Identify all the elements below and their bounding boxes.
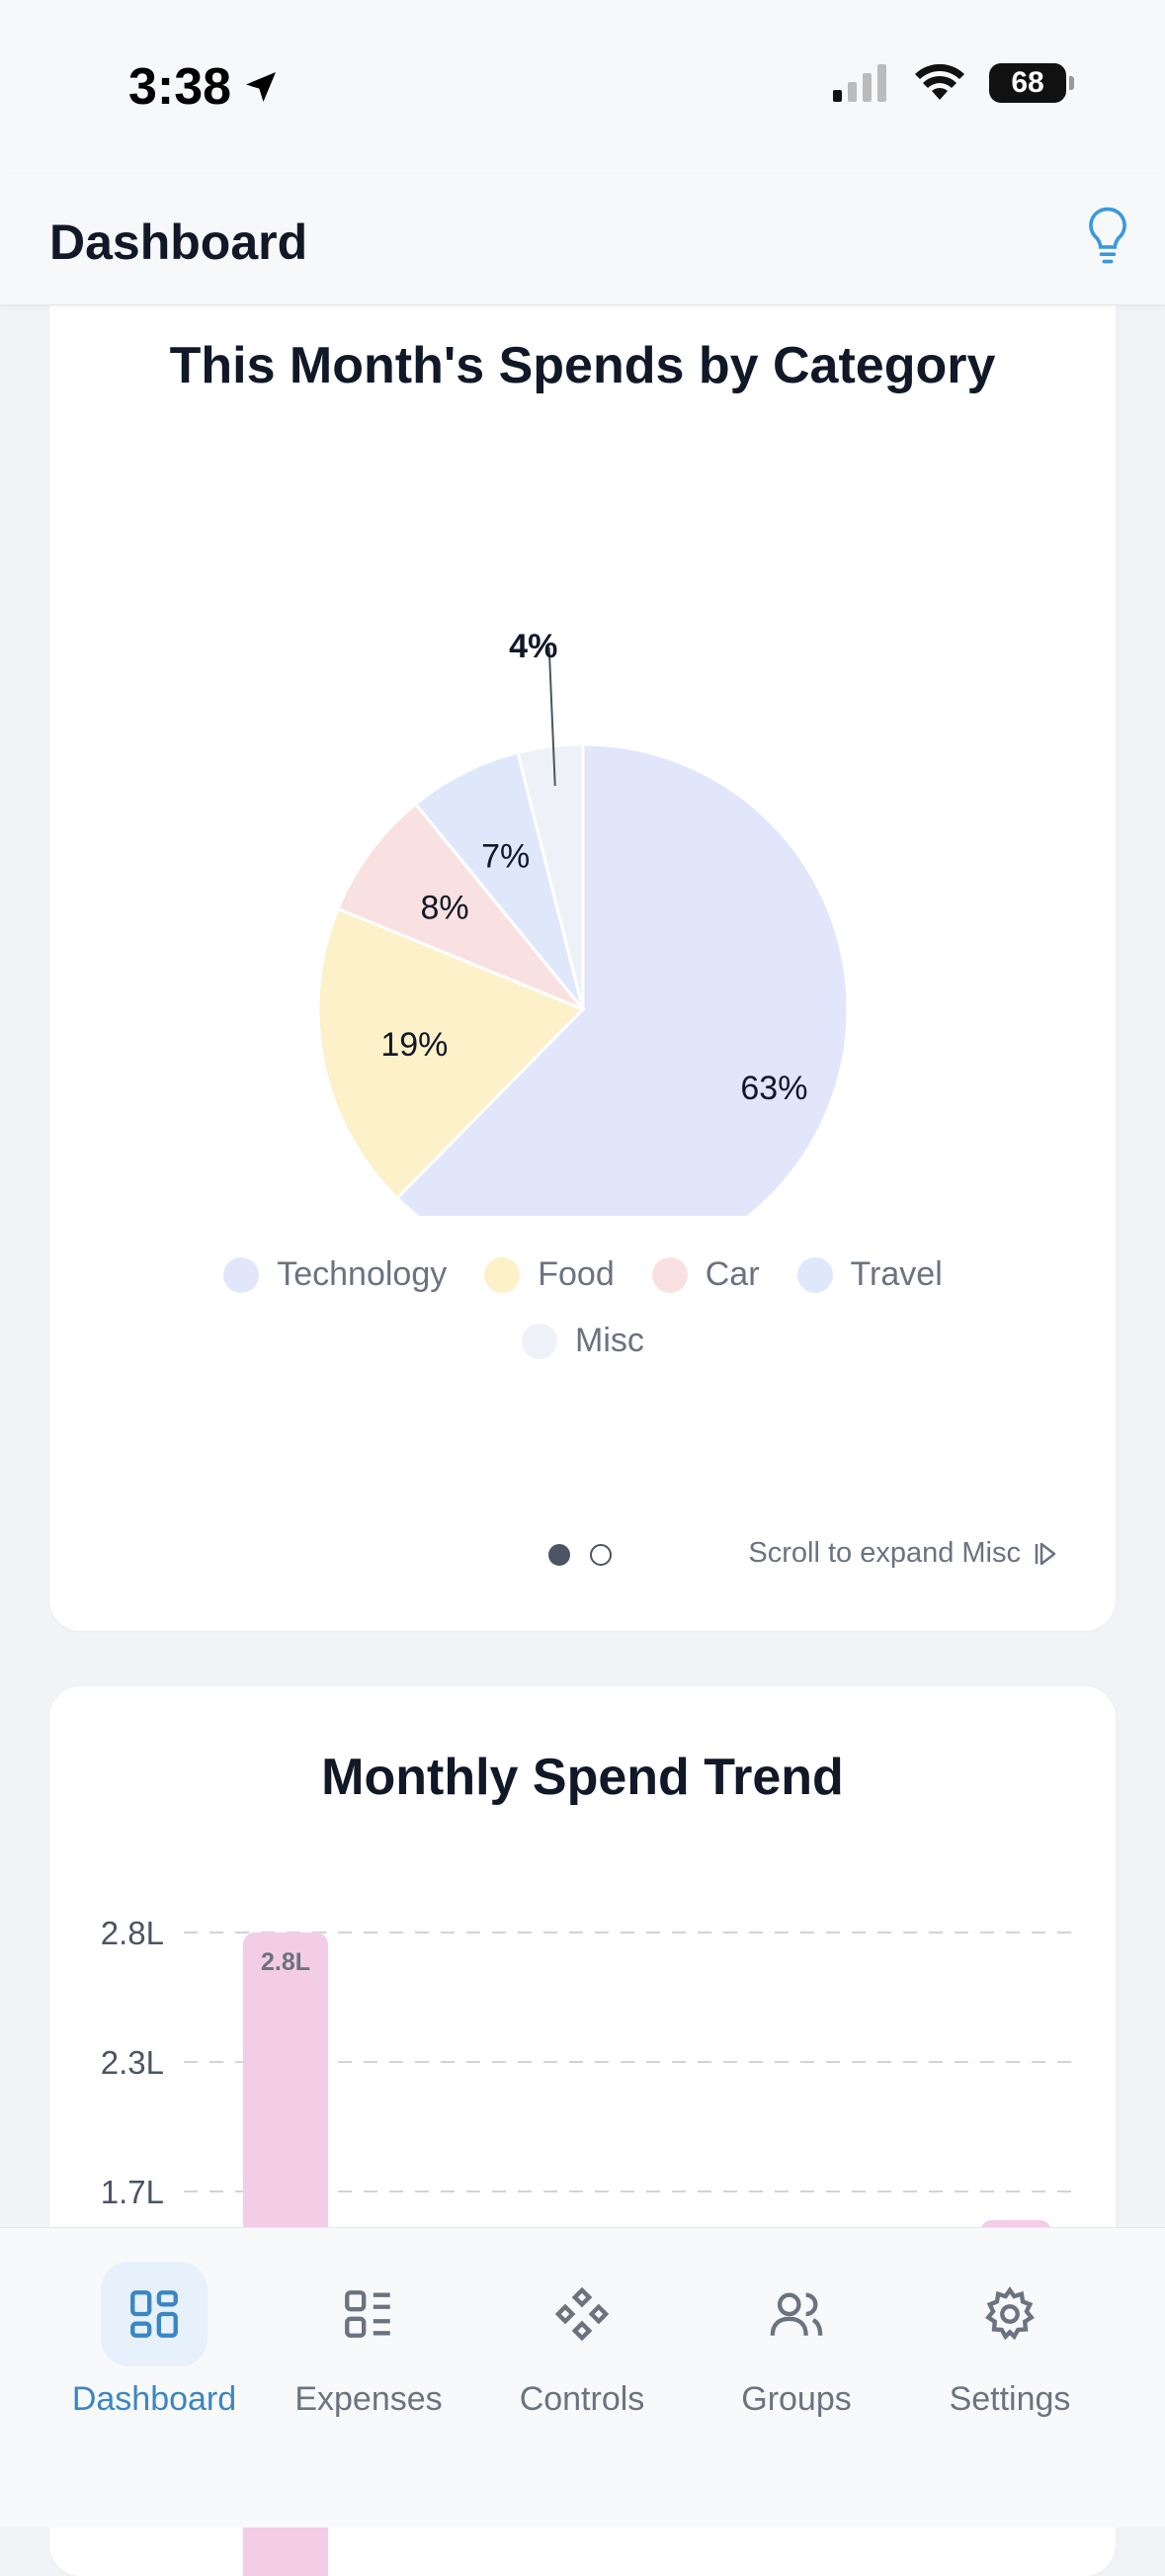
list-icon xyxy=(315,2262,422,2366)
legend-item-technology[interactable]: Technology xyxy=(223,1255,447,1294)
pager-dots[interactable] xyxy=(548,1544,612,1566)
pie-label-travel: 7% xyxy=(481,837,530,875)
lightbulb-icon[interactable] xyxy=(1086,206,1129,267)
tab-label: Controls xyxy=(519,2380,645,2418)
pie-label-misc: 4% xyxy=(509,628,557,665)
pie-chart-title: This Month's Spends by Category xyxy=(169,337,996,394)
y-tick-label: 2.8L xyxy=(101,1915,164,1951)
clock-text: 3:38 xyxy=(128,58,232,116)
legend-item-travel[interactable]: Travel xyxy=(796,1255,943,1294)
tab-settings[interactable]: Settings xyxy=(911,2262,1109,2419)
pie-label-car: 8% xyxy=(420,889,468,926)
bar-data-label: 2.8L xyxy=(261,1948,310,1976)
gear-icon xyxy=(957,2262,1063,2366)
legend-swatch xyxy=(651,1256,688,1293)
y-tick-label: 1.7L xyxy=(101,2174,164,2210)
pager-dot-1[interactable] xyxy=(548,1544,570,1566)
legend-item-misc[interactable]: Misc xyxy=(522,1322,644,1360)
y-tick-label: 2.3L xyxy=(101,2044,164,2081)
legend-label: Travel xyxy=(850,1255,943,1293)
pie-chart[interactable]: 63% 19% 8% 7% 4% xyxy=(49,425,1116,1216)
bottom-tab-bar: Dashboard Expenses Controls Groups Settings xyxy=(0,2227,1165,2528)
legend-swatch xyxy=(223,1256,260,1293)
legend-swatch xyxy=(522,1323,558,1359)
legend-item-food[interactable]: Food xyxy=(484,1255,615,1294)
tab-dashboard[interactable]: Dashboard xyxy=(55,2262,253,2419)
wifi-icon xyxy=(915,64,964,100)
status-time: 3:38 xyxy=(128,57,281,117)
legend-label: Technology xyxy=(277,1255,448,1293)
play-step-icon xyxy=(1035,1542,1056,1565)
scroll-hint-text: Scroll to expand Misc xyxy=(748,1537,1021,1569)
legend-swatch xyxy=(796,1256,833,1293)
app-header: Dashboard xyxy=(0,174,1165,305)
legend-item-car[interactable]: Car xyxy=(651,1255,760,1294)
tab-label: Groups xyxy=(741,2380,852,2418)
battery-icon: 68 xyxy=(989,63,1074,103)
tab-controls[interactable]: Controls xyxy=(483,2262,681,2419)
location-arrow-icon xyxy=(246,72,277,102)
tab-label: Expenses xyxy=(294,2380,443,2418)
users-icon xyxy=(743,2262,850,2366)
tab-label: Dashboard xyxy=(71,2380,237,2418)
legend-label: Car xyxy=(705,1255,760,1293)
status-bar: 3:38 68 xyxy=(0,0,1165,174)
tab-expenses[interactable]: Expenses xyxy=(270,2262,467,2419)
tab-label: Settings xyxy=(949,2380,1071,2418)
signal-icon xyxy=(833,64,886,102)
legend-label: Misc xyxy=(575,1322,644,1359)
pie-label-technology: 63% xyxy=(740,1070,807,1107)
legend-swatch xyxy=(484,1256,521,1293)
battery-level: 68 xyxy=(1011,66,1044,99)
legend-label: Food xyxy=(538,1255,615,1293)
page-title: Dashboard xyxy=(49,215,308,270)
category-spend-card: This Month's Spends by Category 63% 19% 8%… xyxy=(49,247,1116,1631)
scroll-hint[interactable]: Scroll to expand Misc xyxy=(748,1537,1056,1570)
controls-icon xyxy=(529,2262,635,2366)
dashboard-icon xyxy=(101,2262,208,2366)
tab-groups[interactable]: Groups xyxy=(698,2262,895,2419)
pie-label-food: 19% xyxy=(380,1026,448,1064)
pie-legend: Technology Food Car Travel Misc xyxy=(168,1255,998,1360)
pager-dot-2[interactable] xyxy=(590,1544,612,1566)
status-indicators: 68 xyxy=(833,63,1074,103)
